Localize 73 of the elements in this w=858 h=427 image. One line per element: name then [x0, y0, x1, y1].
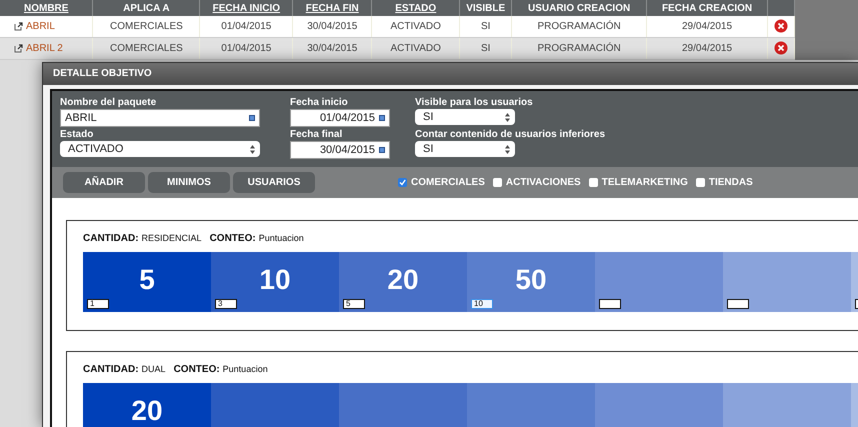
column-header: APLICA A: [123, 2, 170, 14]
package-link[interactable]: ABRIL: [26, 21, 55, 32]
select-field[interactable]: SI: [415, 109, 515, 125]
dialog-title: DETALLE OBJETIVO: [43, 63, 858, 85]
tier-input[interactable]: 1: [87, 299, 109, 309]
column-header: USUARIO CREACION: [528, 2, 630, 14]
column-header: VISIBLE: [466, 2, 506, 14]
checkbox[interactable]: [588, 178, 598, 187]
table-cell: 30/04/2015: [307, 43, 358, 54]
square-icon: [249, 115, 255, 121]
select-field[interactable]: SI: [415, 141, 515, 157]
tier-value: 10: [259, 264, 291, 295]
cantidad-value: RESIDENCIAL: [142, 233, 202, 243]
toolbar-button[interactable]: MINIMOS: [148, 172, 230, 193]
filter-checkbox[interactable]: COMERCIALES: [398, 175, 485, 190]
external-link-icon: [14, 44, 23, 53]
tier-input[interactable]: 5: [343, 299, 365, 309]
square-icon: [379, 147, 385, 153]
field-label: Nombre del paquete: [60, 97, 158, 109]
field-label: Fecha inicio: [290, 97, 349, 109]
input-field[interactable]: 01/04/2015: [290, 109, 390, 127]
table-cell: ACTIVADO: [390, 43, 441, 54]
toolbar-button[interactable]: AÑADIR: [63, 172, 145, 193]
conteo-value: Puntuacion: [258, 233, 304, 243]
conteo-value: Puntuacion: [222, 364, 268, 374]
table-cell: 01/04/2015: [221, 21, 272, 32]
conteo-label: CONTEO:: [210, 233, 256, 244]
tier-value: 5: [139, 264, 155, 295]
tier-input[interactable]: [599, 299, 621, 309]
external-link-icon: [14, 22, 23, 31]
table-cell: SI: [480, 43, 490, 54]
cantidad-label: CANTIDAD:: [83, 233, 139, 244]
checkbox[interactable]: [696, 178, 705, 187]
delete-icon[interactable]: [774, 19, 788, 34]
filter-checkbox[interactable]: TIENDAS: [696, 175, 753, 190]
tier-value: 20: [131, 395, 163, 426]
conteo-label: CONTEO:: [174, 364, 220, 375]
table-cell: 29/04/2015: [682, 21, 732, 32]
table-cell: 29/04/2015: [682, 43, 732, 54]
cantidad-label: CANTIDAD:: [83, 364, 139, 375]
tier-value: 20: [387, 264, 419, 295]
field-label: Fecha final: [290, 129, 344, 141]
input-field[interactable]: 30/04/2015: [290, 141, 390, 159]
filter-checkbox[interactable]: TELEMARKETING: [588, 175, 688, 190]
tier-value: 50: [515, 264, 547, 295]
delete-icon[interactable]: [774, 41, 788, 56]
table-cell: COMERCIALES: [110, 21, 183, 32]
table-cell: ACTIVADO: [390, 21, 441, 32]
square-icon: [379, 115, 385, 121]
toolbar-button[interactable]: USUARIOS: [233, 172, 315, 193]
tier-input[interactable]: [727, 299, 749, 309]
tier-input[interactable]: 10: [471, 299, 493, 309]
updown-arrow-icon: [505, 112, 510, 122]
checkbox[interactable]: [492, 178, 502, 187]
table-cell: 30/04/2015: [307, 21, 358, 32]
table-cell: 01/04/2015: [221, 43, 272, 54]
table-cell: COMERCIALES: [110, 43, 183, 54]
filter-checkbox[interactable]: ACTIVACIONES: [492, 175, 581, 190]
checkbox[interactable]: [398, 178, 407, 187]
input-field[interactable]: ABRIL: [60, 109, 260, 127]
cantidad-value: DUAL: [142, 364, 166, 374]
updown-arrow-icon: [250, 144, 255, 154]
column-header: FECHA CREACION: [662, 2, 752, 14]
updown-arrow-icon: [505, 144, 510, 154]
table-cell: SI: [480, 21, 490, 32]
select-field[interactable]: ACTIVADO: [60, 141, 260, 157]
field-label: Visible para los usuarios: [415, 97, 534, 109]
table-cell: PROGRAMACIÓN: [537, 21, 621, 32]
tier-input[interactable]: 3: [215, 299, 237, 309]
table-cell: PROGRAMACIÓN: [537, 43, 621, 54]
field-label: Estado: [60, 129, 94, 141]
field-label: Contar contenido de usuarios inferiores: [415, 129, 606, 141]
check-icon: [399, 179, 406, 186]
